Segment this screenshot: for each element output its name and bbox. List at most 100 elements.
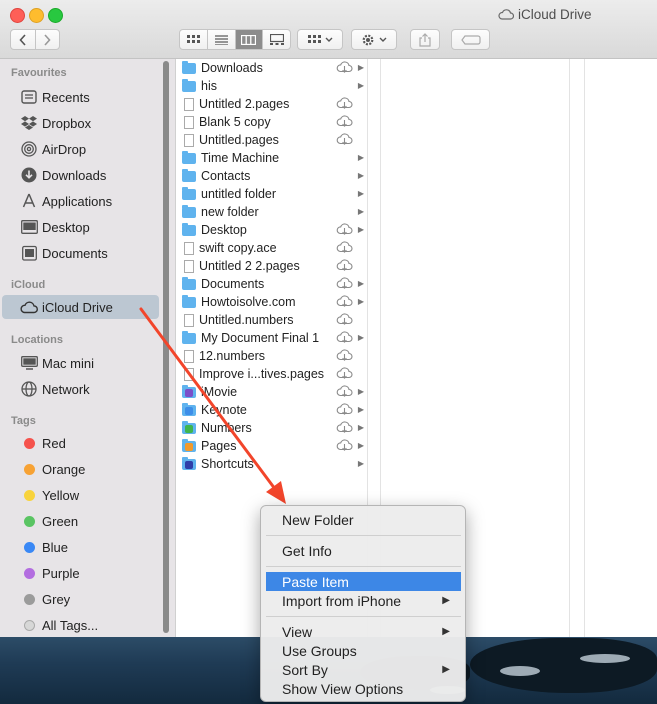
minimize-button[interactable] xyxy=(29,8,44,23)
sidebar-tag-orange[interactable]: Orange xyxy=(0,457,160,481)
sidebar-tag-green[interactable]: Green xyxy=(0,509,160,533)
tags-button[interactable] xyxy=(451,29,490,50)
folder-icon xyxy=(182,168,196,182)
cloud-download-icon[interactable] xyxy=(336,115,353,128)
file-row[interactable]: swift copy.ace xyxy=(176,239,367,257)
cloud-download-icon[interactable] xyxy=(336,367,353,380)
sidebar-item-documents[interactable]: Documents xyxy=(0,241,160,265)
folder-icon xyxy=(182,222,196,236)
cloud-download-icon[interactable] xyxy=(336,421,353,434)
cloud-download-icon[interactable] xyxy=(336,439,353,452)
list-view-button[interactable] xyxy=(208,30,236,49)
sidebar-item-label: Purple xyxy=(42,565,80,581)
desktop-icon xyxy=(19,220,39,234)
file-row[interactable]: Shortcuts ▶ xyxy=(176,455,367,473)
file-row[interactable]: Desktop ▶ xyxy=(176,221,367,239)
cloud-download-icon[interactable] xyxy=(336,241,353,254)
group-by-button[interactable] xyxy=(297,29,343,50)
sidebar-tag-yellow[interactable]: Yellow xyxy=(0,483,160,507)
sidebar-tag-red[interactable]: Red xyxy=(0,431,160,455)
sidebar-item-dropbox[interactable]: Dropbox xyxy=(0,111,160,135)
cloud-download-icon[interactable] xyxy=(336,403,353,416)
file-row[interactable]: his ▶ xyxy=(176,77,367,95)
gallery-view-button[interactable] xyxy=(263,30,290,49)
file-row[interactable]: Blank 5 copy xyxy=(176,113,367,131)
file-row[interactable]: Keynote ▶ xyxy=(176,401,367,419)
sidebar-tag-blue[interactable]: Blue xyxy=(0,535,160,559)
wave-foam xyxy=(580,654,630,663)
tag-dot-icon xyxy=(23,593,35,605)
menu-item-new-folder[interactable]: New Folder xyxy=(266,510,461,529)
file-row[interactable]: Contacts ▶ xyxy=(176,167,367,185)
menu-item-paste-item[interactable]: Paste Item xyxy=(266,572,461,591)
close-button[interactable] xyxy=(10,8,25,23)
file-row[interactable]: new folder ▶ xyxy=(176,203,367,221)
sidebar-item-mac-mini[interactable]: Mac mini xyxy=(0,351,160,375)
menu-item-sort-by[interactable]: Sort By ▶ xyxy=(266,660,461,679)
file-row[interactable]: Untitled.numbers xyxy=(176,311,367,329)
zoom-button[interactable] xyxy=(48,8,63,23)
window-title-text: iCloud Drive xyxy=(518,7,592,22)
cloud-download-icon[interactable] xyxy=(336,223,353,236)
file-row[interactable]: Pages ▶ xyxy=(176,437,367,455)
cloud-download-icon[interactable] xyxy=(336,277,353,290)
action-menu-button[interactable] xyxy=(351,29,397,50)
cloud-download-icon[interactable] xyxy=(336,331,353,344)
cloud-download-icon[interactable] xyxy=(336,259,353,272)
file-row[interactable]: iMovie ▶ xyxy=(176,383,367,401)
file-row[interactable]: Untitled.pages xyxy=(176,131,367,149)
back-button[interactable] xyxy=(11,30,36,49)
cloud-download-icon[interactable] xyxy=(336,295,353,308)
sidebar-item-downloads[interactable]: Downloads xyxy=(0,163,160,187)
folder-icon xyxy=(182,294,196,308)
cloud-download-icon[interactable] xyxy=(336,133,353,146)
cloud-download-icon[interactable] xyxy=(336,313,353,326)
cloud-download-icon[interactable] xyxy=(336,61,353,74)
file-row[interactable]: 12.numbers xyxy=(176,347,367,365)
file-name: Howtoisolve.com xyxy=(201,295,296,309)
menu-item-use-groups[interactable]: Use Groups xyxy=(266,641,461,660)
file-row[interactable]: Numbers ▶ xyxy=(176,419,367,437)
sidebar-tag-all[interactable]: All Tags... xyxy=(0,613,160,637)
sidebar-item-recents[interactable]: Recents xyxy=(0,85,160,109)
file-row[interactable]: Downloads ▶ xyxy=(176,59,367,77)
keynote-folder-icon xyxy=(182,402,196,416)
menu-item-view[interactable]: View ▶ xyxy=(266,622,461,641)
file-row[interactable]: Untitled 2.pages xyxy=(176,95,367,113)
cloud-download-icon[interactable] xyxy=(336,97,353,110)
file-row[interactable]: Documents ▶ xyxy=(176,275,367,293)
cloud-download-icon[interactable] xyxy=(336,349,353,362)
sidebar-scrollbar[interactable] xyxy=(163,61,169,633)
file-row[interactable]: Time Machine ▶ xyxy=(176,149,367,167)
sidebar-item-desktop[interactable]: Desktop xyxy=(0,215,160,239)
sidebar-tag-grey[interactable]: Grey xyxy=(0,587,160,611)
cloud-download-icon[interactable] xyxy=(336,385,353,398)
menu-item-show-view-options[interactable]: Show View Options xyxy=(266,679,461,698)
menu-item-get-info[interactable]: Get Info xyxy=(266,541,461,560)
icloud-heading: iCloud xyxy=(11,279,46,291)
forward-button[interactable] xyxy=(36,30,60,49)
file-row[interactable]: untitled folder ▶ xyxy=(176,185,367,203)
sidebar-item-icloud-drive[interactable]: iCloud Drive xyxy=(2,295,159,319)
sidebar-item-airdrop[interactable]: AirDrop xyxy=(0,137,160,161)
pages-folder-icon xyxy=(182,438,196,452)
file-row[interactable]: My Document Final 1 ▶ xyxy=(176,329,367,347)
column-view-button[interactable] xyxy=(235,30,264,49)
sidebar-tag-purple[interactable]: Purple xyxy=(0,561,160,585)
disclosure-arrow-icon: ▶ xyxy=(357,207,364,216)
sidebar-item-network[interactable]: Network xyxy=(0,377,160,401)
submenu-arrow-icon: ▶ xyxy=(442,595,450,606)
tag-dot-icon xyxy=(23,515,35,527)
sidebar-item-label: Network xyxy=(42,381,90,397)
file-row[interactable]: Untitled 2 2.pages xyxy=(176,257,367,275)
file-row[interactable]: Howtoisolve.com ▶ xyxy=(176,293,367,311)
sidebar-item-applications[interactable]: Applications xyxy=(0,189,160,213)
file-row[interactable]: Improve i...tives.pages xyxy=(176,365,367,383)
tag-dot-icon xyxy=(23,567,35,579)
menu-item-import-from-iphone[interactable]: Import from iPhone ▶ xyxy=(266,591,461,610)
share-button[interactable] xyxy=(410,29,440,50)
icon-view-button[interactable] xyxy=(180,30,208,49)
disclosure-arrow-icon: ▶ xyxy=(357,225,364,234)
menu-item-label: Show View Options xyxy=(282,680,404,697)
folder-icon xyxy=(182,330,196,344)
